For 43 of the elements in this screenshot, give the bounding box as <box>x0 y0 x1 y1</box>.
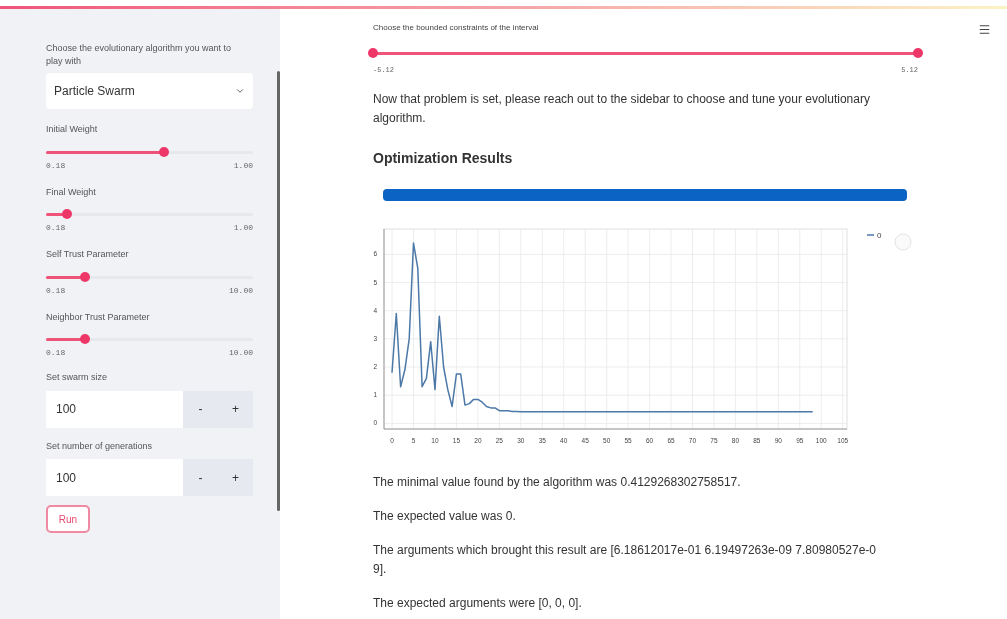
slider-min: 0.18 <box>46 159 66 172</box>
slider-min: 0.18 <box>46 347 66 359</box>
slider-label: Initial Weight <box>46 123 99 136</box>
run-button[interactable]: Run <box>46 505 90 533</box>
menu-icon[interactable] <box>978 23 991 36</box>
legend-label: 0 <box>877 230 882 240</box>
slider-min: 0.18 <box>46 222 66 234</box>
slider-thumb[interactable] <box>61 209 72 219</box>
decrement-button[interactable]: - <box>183 459 218 496</box>
number-input-label: Set swarm size <box>46 371 108 384</box>
result-text: The arguments which brought this result are [6.18612017e-01 6.19497263e-09 7.80980527e-09]. <box>373 541 878 578</box>
section-heading: Optimization Results <box>373 148 514 168</box>
slider-track[interactable] <box>46 150 253 154</box>
slider-label: Final Weight <box>46 185 97 199</box>
slider-max: 10.00 <box>229 347 253 359</box>
slider-max: 1.00 <box>233 222 253 234</box>
slider-label: Self Trust Parameter <box>46 248 130 261</box>
number-input-field[interactable]: 100 <box>46 459 183 496</box>
result-text: The expected arguments were [0, 0, 0]. <box>373 594 583 612</box>
intro-text: Now that problem is set, please reach out to the sidebar to choose and tune your evolutionary algorithm. <box>373 90 871 127</box>
sidebar-scrollbar[interactable] <box>277 71 280 511</box>
legend-entry: 0 <box>866 230 882 240</box>
slider-thumb[interactable] <box>159 146 169 157</box>
algorithm-select[interactable]: Particle Swarm <box>46 73 253 109</box>
slider-thumb[interactable] <box>80 334 91 344</box>
range-slider-thumb[interactable] <box>913 48 923 58</box>
increment-button[interactable]: + <box>218 459 253 496</box>
decrement-button[interactable]: - <box>183 390 218 428</box>
slider-max: 10.00 <box>229 284 253 297</box>
range-slider[interactable] <box>368 48 923 58</box>
slider-thumb[interactable] <box>80 271 91 282</box>
interval-label: Choose the bounded constraints of the interval <box>373 22 540 34</box>
number-input-field[interactable]: 100 <box>46 390 183 428</box>
dropdown-caret-icon <box>235 86 245 96</box>
slider-max: 1.00 <box>233 159 253 172</box>
result-text: The expected value was 0. <box>373 507 517 525</box>
result-text: The minimal value found by the algorithm was 0.4129268302758517. <box>373 473 742 491</box>
increment-button[interactable]: + <box>218 390 253 428</box>
slider-label: Neighbor Trust Parameter <box>46 310 151 324</box>
slider-min: 0.18 <box>46 284 66 297</box>
algorithm-label: Choose the evolutionary algorithm you want to play with <box>46 42 233 68</box>
number-input-label: Set number of generations <box>46 439 154 453</box>
range-slider-thumb[interactable] <box>368 48 378 58</box>
